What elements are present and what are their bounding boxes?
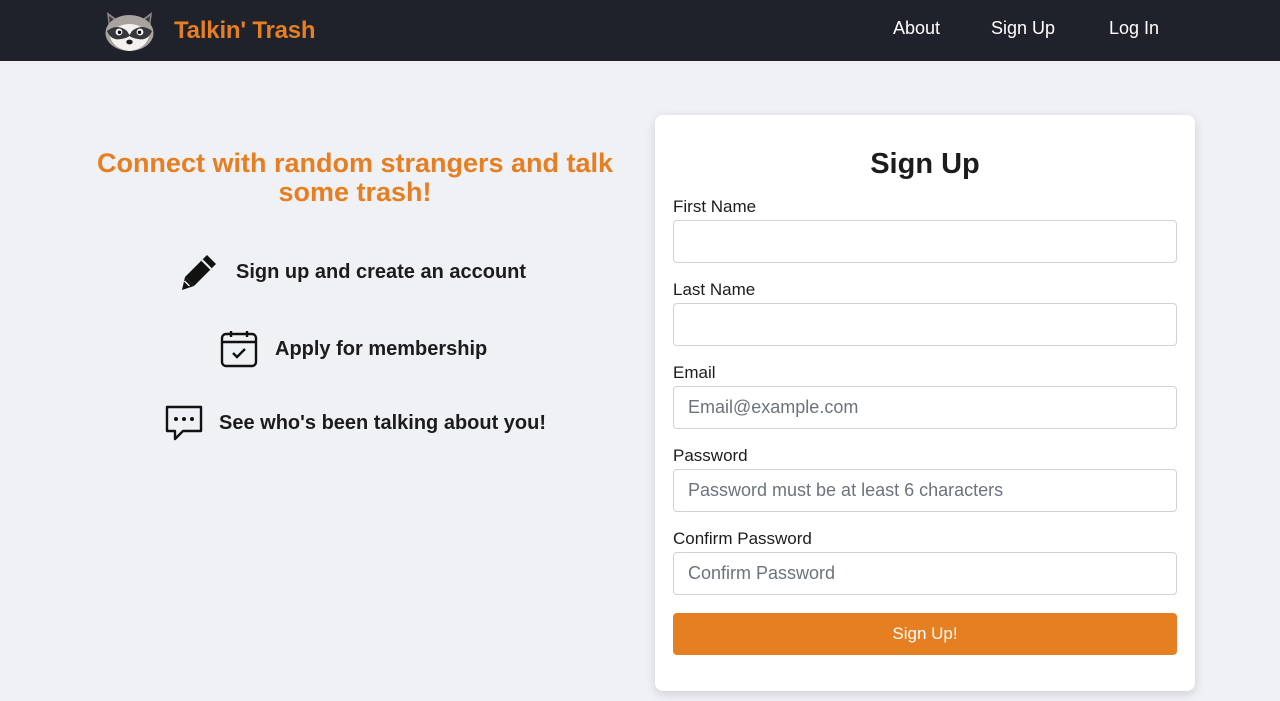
signup-card: Sign Up First Name Last Name Email Passw… (655, 115, 1195, 691)
nav-about-link[interactable]: About (893, 18, 940, 39)
email-label: Email (673, 363, 716, 382)
feature-item: See who's been talking about you! (165, 405, 546, 441)
hero-section: Connect with random strangers and talk s… (78, 148, 632, 441)
feature-text: Sign up and create an account (236, 260, 527, 283)
feature-text: See who's been talking about you! (219, 411, 547, 434)
nav-login-link[interactable]: Log In (1109, 18, 1159, 39)
first-name-label: First Name (673, 197, 757, 216)
last-name-input[interactable] (673, 303, 1177, 346)
password-input[interactable] (673, 469, 1177, 512)
brand-name: Talkin' Trash (174, 16, 316, 44)
feature-item: Sign up and create an account (180, 253, 526, 291)
nav-signup-link[interactable]: Sign Up (991, 18, 1055, 39)
raccoon-icon (105, 12, 154, 51)
pencil-icon (182, 255, 216, 290)
last-name-label: Last Name (673, 280, 756, 299)
top-navbar: Talkin' Trash About Sign Up Log In (0, 0, 1280, 61)
brand[interactable]: Talkin' Trash (101, 9, 316, 52)
calendar-check-icon (220, 331, 258, 368)
email-input[interactable] (673, 386, 1177, 429)
password-label: Password (673, 446, 748, 465)
chat-bubble-icon (165, 405, 203, 441)
confirm-password-label: Confirm Password (673, 529, 812, 548)
signup-title: Sign Up (870, 148, 980, 180)
feature-text: Apply for membership (275, 337, 488, 360)
signup-submit-button[interactable]: Sign Up! (673, 613, 1177, 655)
feature-item: Apply for membership (220, 330, 487, 368)
confirm-password-input[interactable] (673, 552, 1177, 595)
hero-headline: Connect with random strangers and talk s… (96, 148, 614, 207)
first-name-input[interactable] (673, 220, 1177, 263)
